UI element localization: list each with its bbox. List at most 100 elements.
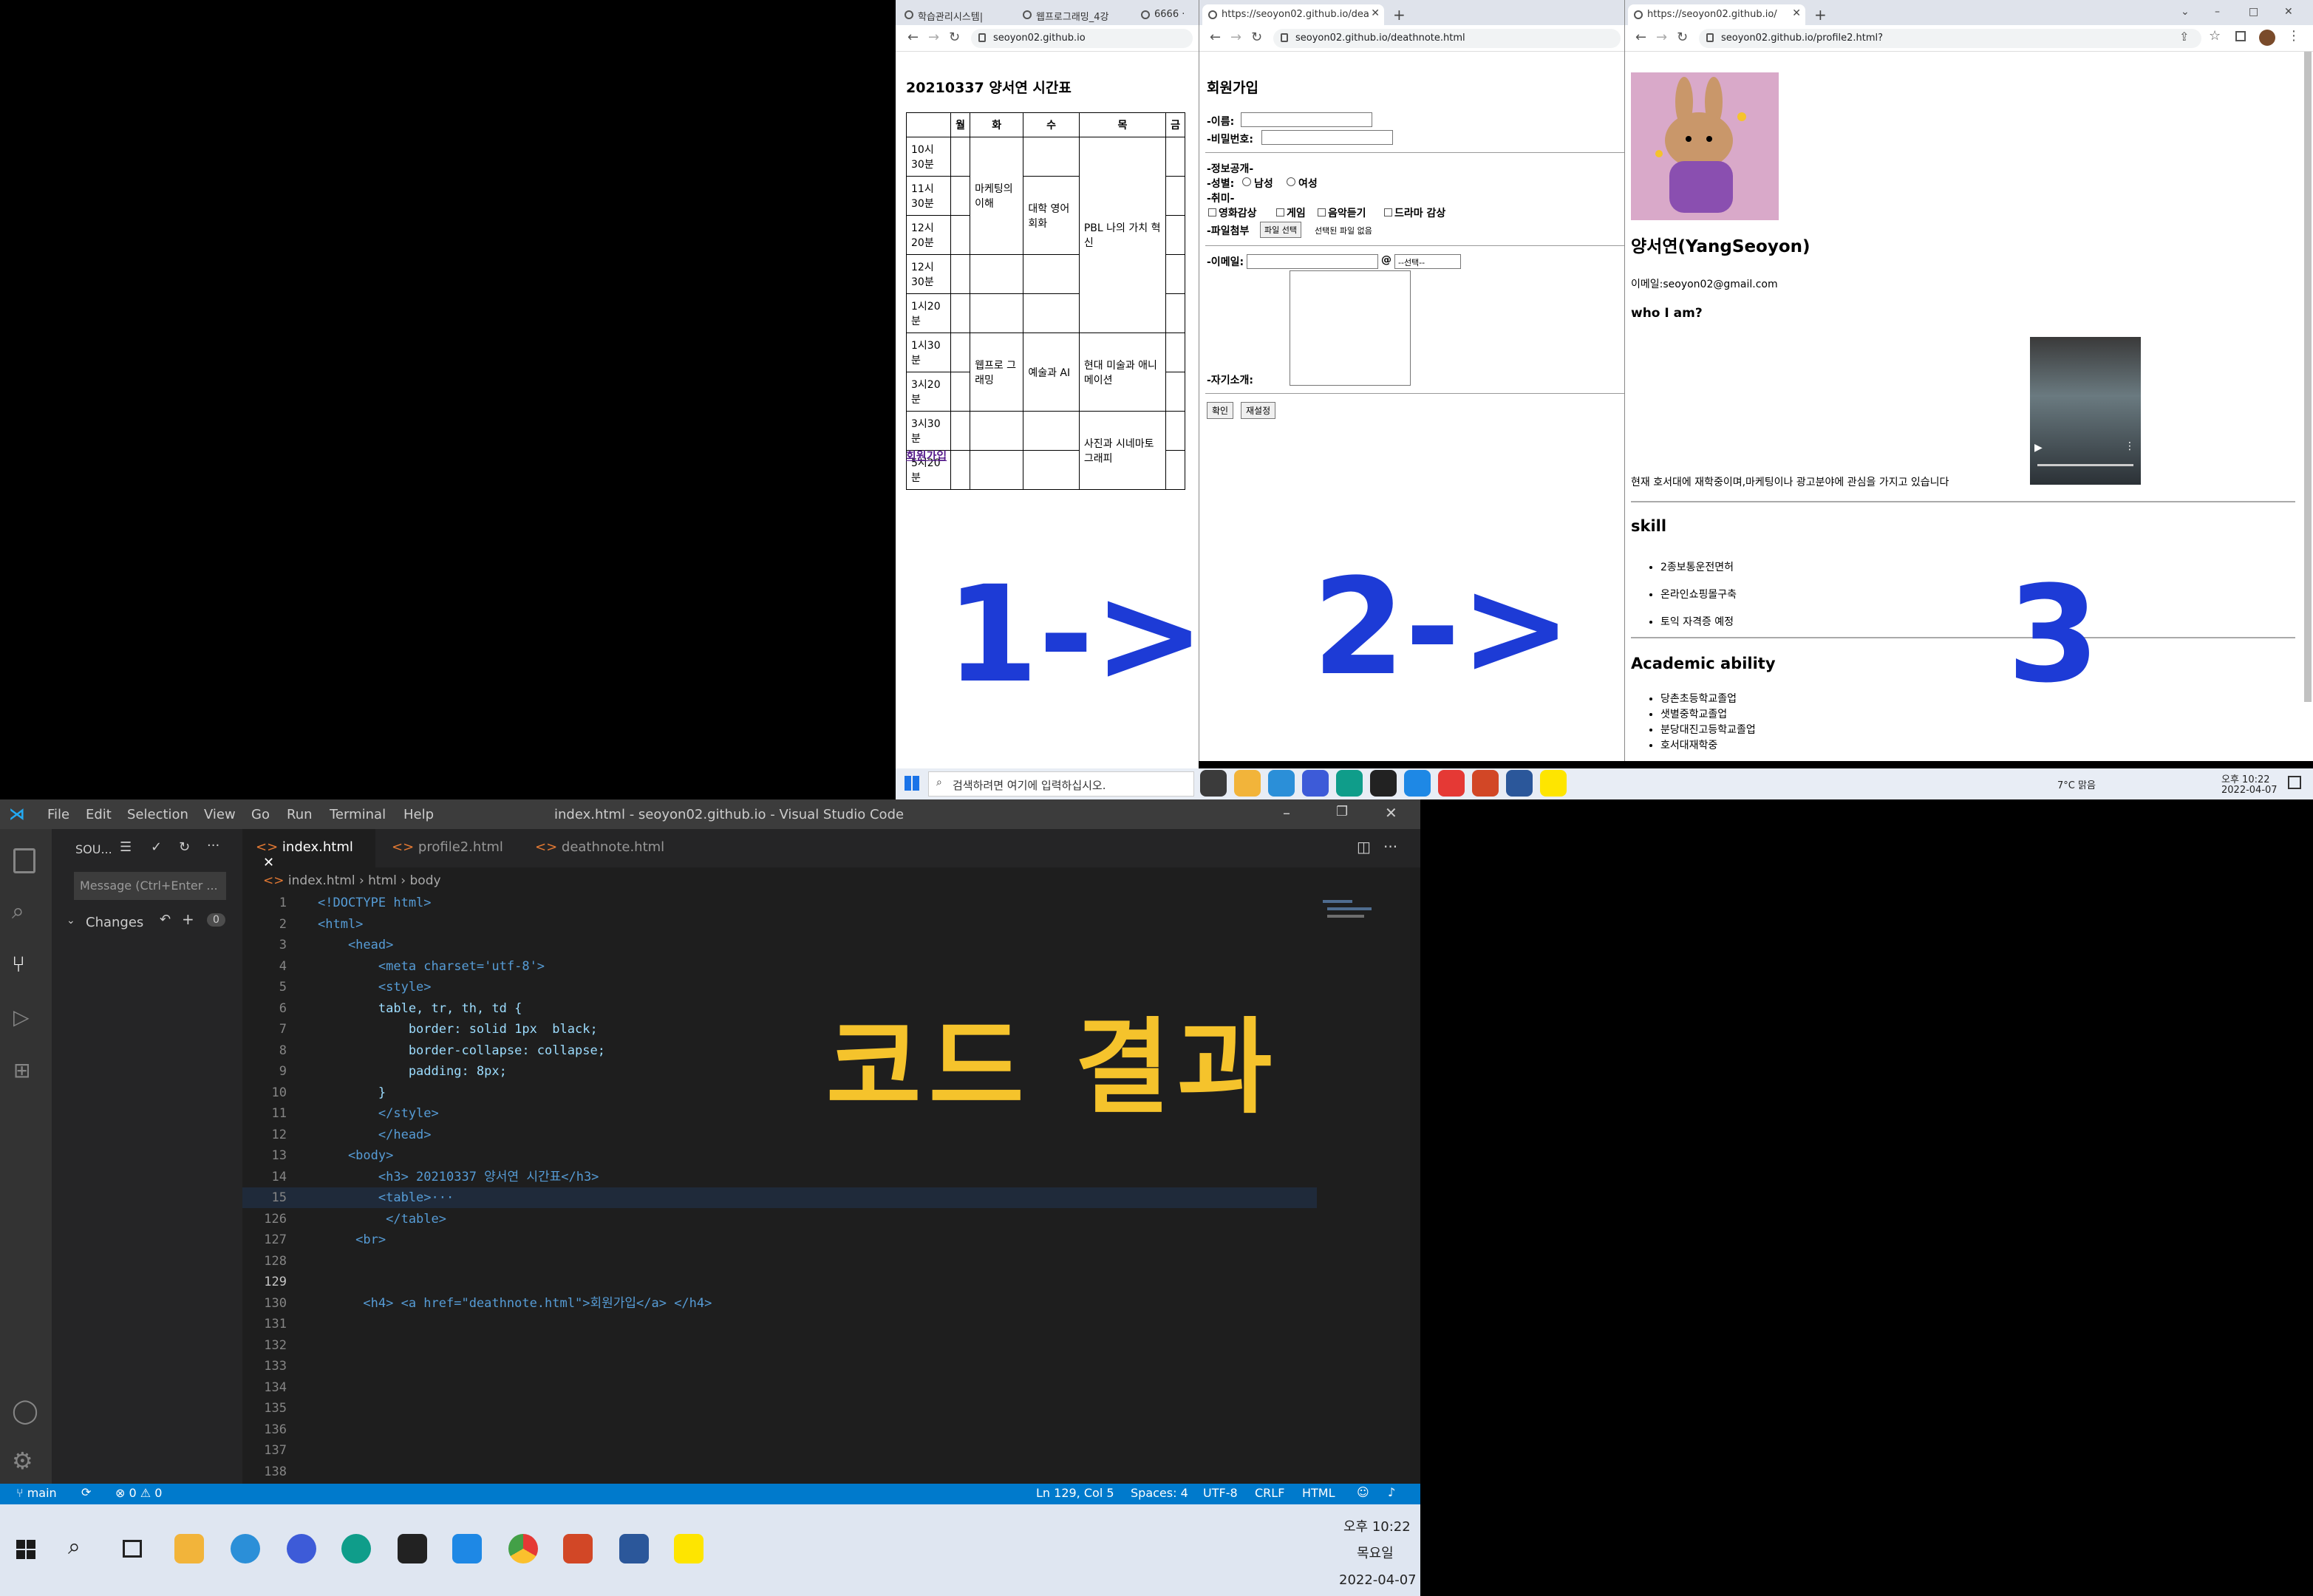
password-field[interactable] [1261,130,1393,145]
task-view-icon[interactable] [1200,770,1227,797]
code-line[interactable]: 4 <meta charset='utf-8'> [242,956,1317,977]
radio-male[interactable] [1242,177,1251,186]
clock-date[interactable]: 2022-04-07 [1339,1572,1417,1588]
indent-status[interactable]: Spaces: 4 [1131,1486,1188,1500]
minimize-icon[interactable]: – [1283,804,1290,822]
submit-button[interactable]: 확인 [1207,402,1234,419]
back-icon[interactable]: ← [1635,30,1646,45]
chrome-icon[interactable] [1438,770,1465,797]
back-icon[interactable]: ← [1210,30,1221,45]
checkbox-hobby[interactable] [1384,208,1392,216]
terminal-icon[interactable] [1370,770,1397,797]
code-line[interactable]: 1 <!DOCTYPE html> [242,893,1317,913]
tab-deathnote[interactable]: https://seoyon02.github.io/dea ✕ [1202,4,1384,25]
code-line[interactable]: 135 [242,1398,1317,1419]
bookmark-star-icon[interactable]: ☆ [2209,28,2221,44]
windows-start-icon[interactable] [16,1540,35,1559]
cursor-position[interactable]: Ln 129, Col 5 [1036,1486,1114,1500]
clock-day[interactable]: 목요일 [1357,1543,1394,1562]
email-domain-select[interactable]: --선택-- [1394,254,1461,269]
windows-start-icon[interactable] [905,776,919,791]
code-line[interactable]: 2 <html> [242,914,1317,935]
close-window-icon[interactable]: ✕ [2284,6,2293,18]
code-line[interactable]: 13 <body> [242,1145,1317,1166]
back-icon[interactable]: ← [907,30,919,45]
code-line[interactable]: 132 [242,1335,1317,1356]
code-line[interactable]: 3 <head> [242,935,1317,955]
video-player[interactable]: ▶ ⋮ [2030,337,2141,485]
menu-help[interactable]: Help [403,807,434,822]
file-explorer-icon[interactable] [1234,770,1261,797]
breadcrumb-item[interactable]: body [410,873,441,888]
notification-icon[interactable] [2288,776,2301,789]
eol-status[interactable]: CRLF [1255,1486,1284,1500]
minimap[interactable] [1320,896,1408,940]
radio-female[interactable] [1287,177,1295,186]
menu-run[interactable]: Run [287,807,313,822]
code-line[interactable]: 128 [242,1251,1317,1272]
task-view-icon[interactable] [123,1540,142,1558]
close-icon[interactable]: ✕ [1385,804,1397,822]
signup-link[interactable]: 회원가입 [906,448,947,463]
intro-textarea[interactable] [1290,270,1411,386]
profile-avatar[interactable] [2259,30,2275,46]
vscode-icon[interactable] [452,1534,482,1563]
code-line[interactable]: 134 [242,1377,1317,1398]
extensions-icon[interactable]: ⊞ [13,1058,30,1082]
terminal-icon[interactable] [398,1534,427,1563]
share-icon[interactable]: ⇪ [2179,30,2189,44]
discord-icon[interactable] [1302,770,1329,797]
checkbox-hobby[interactable] [1208,208,1216,216]
encoding-status[interactable]: UTF-8 [1203,1486,1238,1500]
minimize-icon[interactable]: – [2215,6,2220,18]
code-line[interactable]: 15 <table>··· [242,1187,1317,1208]
close-tab-icon[interactable]: ✕ [263,855,274,870]
changes-label[interactable]: Changes [86,915,143,930]
breadcrumb-item[interactable]: index.html [288,873,355,888]
menu-dots-icon[interactable]: ⋮ [2287,28,2300,44]
menu-view[interactable]: View [204,807,236,822]
bell-icon[interactable]: ♪ [1388,1485,1395,1499]
tab-github[interactable]: 6666 · [1135,4,1199,25]
tab-index-html[interactable]: <> index.html ✕ [242,829,375,870]
commit-message-input[interactable]: Message (Ctrl+Enter ... [74,872,226,900]
code-line[interactable]: 127 <br> [242,1230,1317,1250]
weather-text[interactable]: 7°C 맑음 [2057,777,2096,791]
checkbox-hobby[interactable] [1318,208,1326,216]
code-line[interactable]: 126 </table> [242,1209,1317,1230]
checkbox-hobby[interactable] [1276,208,1284,216]
feedback-icon[interactable]: ☺ [1357,1485,1369,1499]
kakaotalk-icon[interactable] [674,1534,704,1563]
account-icon[interactable]: ◯ [12,1396,38,1425]
tab-webprog[interactable]: 웹프로그래밍_4강 [1017,4,1135,25]
editor-more-icon[interactable]: ··· [1383,838,1397,856]
edge-icon[interactable] [1336,770,1363,797]
breadcrumb-item[interactable]: html [368,873,397,888]
search-icon[interactable]: ⌕ [68,1534,81,1560]
maximize-icon[interactable]: □ [2249,6,2258,18]
file-explorer-icon[interactable] [174,1534,204,1563]
manage-gear-icon[interactable]: ⚙ [12,1447,33,1475]
code-line[interactable]: 129 [242,1272,1317,1292]
clock-date[interactable]: 2022-04-07 [2221,785,2278,796]
reload-icon[interactable]: ↻ [1251,30,1262,45]
code-line[interactable]: 130 <h4> <a href="deathnote.html">회원가입</… [242,1293,1317,1314]
discord-icon[interactable] [287,1534,316,1563]
chevron-down-icon[interactable]: ⌄ [67,915,75,927]
discard-icon[interactable]: ↶ [160,912,171,927]
refresh-icon[interactable]: ↻ [179,839,190,855]
split-editor-icon[interactable]: ◫ [1357,838,1371,856]
forward-icon[interactable]: → [1230,30,1241,45]
reset-button[interactable]: 재설정 [1241,402,1276,419]
name-field[interactable] [1241,112,1372,127]
clock-time[interactable]: 오후 10:22 [1343,1516,1411,1535]
code-line[interactable]: 131 [242,1314,1317,1334]
ie-icon[interactable] [1268,770,1295,797]
tab-lms[interactable]: 학습관리시스템| [899,4,1017,25]
kakaotalk-icon[interactable] [1540,770,1567,797]
code-line[interactable]: 138 [242,1462,1317,1482]
tab-deathnote-html[interactable]: <> deathnote.html [522,829,677,867]
taskbar-search[interactable]: ⌕ 검색하려면 여기에 입력하십시오. [928,771,1194,797]
word-icon[interactable] [1506,770,1533,797]
powerpoint-icon[interactable] [1472,770,1499,797]
